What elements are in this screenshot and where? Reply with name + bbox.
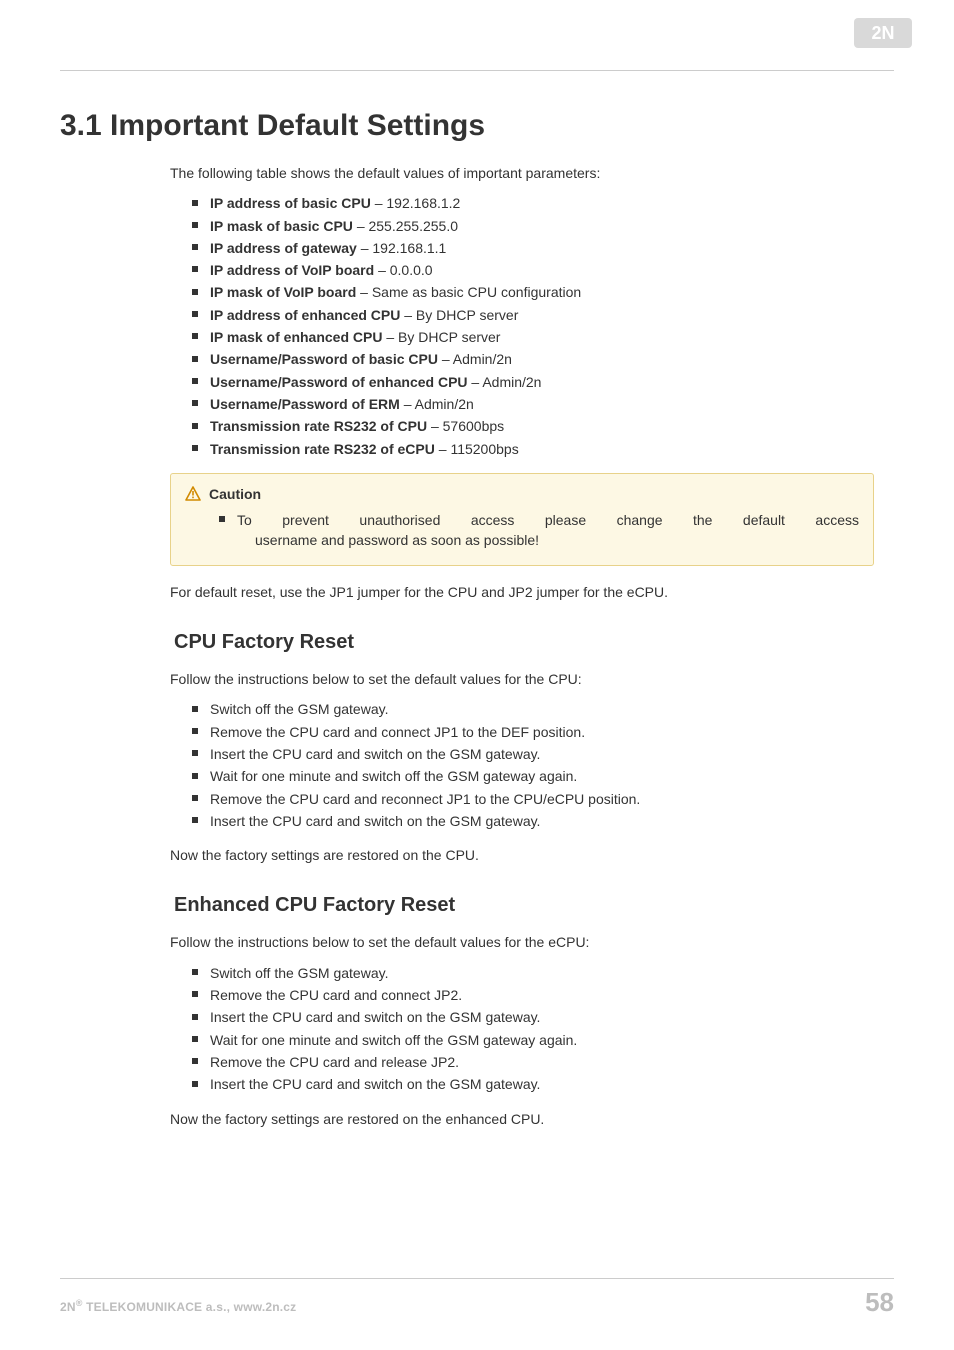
page-body: 3.1 Important Default Settings The follo… (0, 0, 954, 1129)
cpu-reset-heading: CPU Factory Reset (174, 628, 874, 657)
list-item: IP address of VoIP board – 0.0.0.0 (210, 260, 874, 280)
param-value: – 57600bps (431, 418, 504, 434)
param-value: – 192.168.1.2 (375, 195, 461, 211)
param-value: – By DHCP server (386, 329, 500, 345)
param-label: IP mask of enhanced CPU (210, 329, 386, 345)
list-item: Transmission rate RS232 of eCPU – 115200… (210, 439, 874, 459)
cpu-reset-steps: Switch off the GSM gateway. Remove the C… (170, 699, 874, 831)
footer-company-sup: ® (76, 1298, 83, 1308)
param-value: – 192.168.1.1 (361, 240, 447, 256)
list-item: IP mask of enhanced CPU – By DHCP server (210, 327, 874, 347)
ecpu-reset-steps: Switch off the GSM gateway. Remove the C… (170, 963, 874, 1095)
caution-callout: Caution To prevent unauthorised access p… (170, 473, 874, 566)
footer-divider (60, 1278, 894, 1279)
list-item: Transmission rate RS232 of CPU – 57600bp… (210, 416, 874, 436)
list-item: IP mask of basic CPU – 255.255.255.0 (210, 216, 874, 236)
list-item: Username/Password of basic CPU – Admin/2… (210, 349, 874, 369)
param-value: – By DHCP server (404, 307, 518, 323)
caution-text-line1: To prevent unauthorised access please ch… (237, 510, 859, 530)
list-item: Username/Password of enhanced CPU – Admi… (210, 372, 874, 392)
param-value: – 115200bps (439, 441, 519, 457)
param-label: IP address of gateway (210, 240, 361, 256)
list-item: Switch off the GSM gateway. (210, 699, 874, 719)
ecpu-reset-outro: Now the factory settings are restored on… (170, 1109, 874, 1129)
page-title: 3.1 Important Default Settings (60, 109, 894, 143)
param-label: IP mask of basic CPU (210, 218, 357, 234)
param-label: Username/Password of ERM (210, 396, 404, 412)
caution-list: To prevent unauthorised access please ch… (185, 510, 859, 551)
intro-paragraph: The following table shows the default va… (170, 163, 874, 183)
list-item: Insert the CPU card and switch on the GS… (210, 1074, 874, 1094)
list-item: Insert the CPU card and switch on the GS… (210, 744, 874, 764)
list-item: IP address of basic CPU – 192.168.1.2 (210, 193, 874, 213)
param-value: – Admin/2n (442, 351, 512, 367)
param-value: – 0.0.0.0 (378, 262, 433, 278)
list-item: Insert the CPU card and switch on the GS… (210, 811, 874, 831)
param-label: IP address of enhanced CPU (210, 307, 404, 323)
ecpu-reset-intro: Follow the instructions below to set the… (170, 932, 874, 952)
param-label: IP address of basic CPU (210, 195, 375, 211)
list-item: Wait for one minute and switch off the G… (210, 1030, 874, 1050)
param-label: Transmission rate RS232 of eCPU (210, 441, 439, 457)
list-item: IP address of gateway – 192.168.1.1 (210, 238, 874, 258)
list-item: Insert the CPU card and switch on the GS… (210, 1007, 874, 1027)
caution-title: Caution (209, 484, 261, 504)
brand-logo: 2N (854, 18, 912, 48)
ecpu-reset-heading: Enhanced CPU Factory Reset (174, 891, 874, 920)
list-item: Remove the CPU card and reconnect JP1 to… (210, 789, 874, 809)
param-label: IP mask of VoIP board (210, 284, 360, 300)
page-footer: 2N® TELEKOMUNIKACE a.s., www.2n.cz 58 (60, 1278, 894, 1318)
reset-note: For default reset, use the JP1 jumper fo… (170, 582, 874, 602)
list-item: Wait for one minute and switch off the G… (210, 766, 874, 786)
param-label: Username/Password of enhanced CPU (210, 374, 471, 390)
caution-header: Caution (185, 484, 859, 504)
caution-text-line2: username and password as soon as possibl… (237, 530, 859, 550)
list-item: Remove the CPU card and release JP2. (210, 1052, 874, 1072)
warning-icon (185, 486, 201, 502)
caution-item: To prevent unauthorised access please ch… (237, 510, 859, 551)
content-area: The following table shows the default va… (170, 163, 874, 1129)
param-label: IP address of VoIP board (210, 262, 378, 278)
param-value: – Admin/2n (471, 374, 541, 390)
footer-company: 2N® TELEKOMUNIKACE a.s., www.2n.cz (60, 1298, 296, 1314)
header-divider (60, 70, 894, 71)
list-item: Switch off the GSM gateway. (210, 963, 874, 983)
list-item: Username/Password of ERM – Admin/2n (210, 394, 874, 414)
brand-logo-text: 2N (871, 23, 894, 43)
list-item: Remove the CPU card and connect JP2. (210, 985, 874, 1005)
param-value: – 255.255.255.0 (357, 218, 458, 234)
page-number: 58 (865, 1287, 894, 1318)
param-value: – Admin/2n (404, 396, 474, 412)
defaults-list: IP address of basic CPU – 192.168.1.2 IP… (170, 193, 874, 459)
footer-company-prefix: 2N (60, 1300, 76, 1314)
cpu-reset-intro: Follow the instructions below to set the… (170, 669, 874, 689)
param-label: Transmission rate RS232 of CPU (210, 418, 431, 434)
list-item: Remove the CPU card and connect JP1 to t… (210, 722, 874, 742)
list-item: IP mask of VoIP board – Same as basic CP… (210, 282, 874, 302)
list-item: IP address of enhanced CPU – By DHCP ser… (210, 305, 874, 325)
param-value: – Same as basic CPU configuration (360, 284, 581, 300)
param-label: Username/Password of basic CPU (210, 351, 442, 367)
cpu-reset-outro: Now the factory settings are restored on… (170, 845, 874, 865)
footer-company-rest: TELEKOMUNIKACE a.s., www.2n.cz (83, 1300, 297, 1314)
